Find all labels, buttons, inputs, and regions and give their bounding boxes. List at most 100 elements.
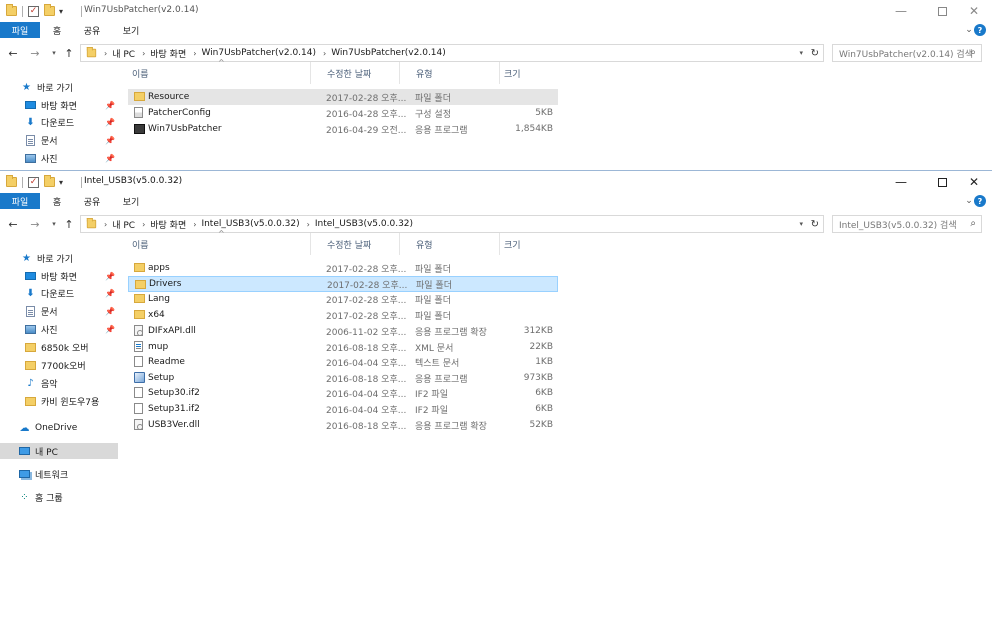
chevron-right-icon[interactable]: ›	[104, 49, 107, 58]
refresh-icon[interactable]: ↻	[811, 45, 819, 61]
tab-home[interactable]: 홈	[40, 22, 74, 38]
breadcrumb-this-pc[interactable]: 내 PC	[112, 47, 135, 60]
tab-share[interactable]: 공유	[74, 193, 110, 209]
chevron-right-icon[interactable]: ›	[193, 220, 196, 229]
pin-icon[interactable]: 📌	[105, 101, 115, 110]
sidebar-item-desktop[interactable]: 바탕 화면 📌	[0, 97, 118, 113]
chevron-right-icon[interactable]: ›	[323, 49, 326, 58]
pin-icon[interactable]: 📌	[105, 136, 115, 145]
tab-file[interactable]: 파일	[0, 193, 40, 209]
close-button[interactable]: ✕	[952, 171, 992, 193]
help-icon[interactable]: ?	[974, 195, 986, 207]
column-header-name[interactable]: 이름	[118, 233, 306, 255]
sidebar-item-this-pc[interactable]: 내 PC	[0, 443, 118, 459]
list-item[interactable]: Resource 2017-02-28 오후... 파일 폴더	[128, 89, 558, 105]
breadcrumb-current-folder[interactable]: Intel_USB3(v5.0.0.32)	[315, 219, 413, 229]
new-folder-icon[interactable]	[44, 4, 55, 16]
minimize-button[interactable]: —	[879, 171, 923, 193]
tab-view[interactable]: 보기	[110, 193, 152, 209]
close-button[interactable]: ✕	[952, 0, 992, 22]
sidebar-item-onedrive[interactable]: ☁ OneDrive	[0, 420, 118, 436]
refresh-icon[interactable]: ↻	[811, 216, 819, 232]
column-header-size[interactable]: 크기	[499, 62, 557, 84]
sidebar-item-homegroup[interactable]: ⁘ 홈 그룹	[0, 489, 118, 505]
column-header-type[interactable]: 유형	[399, 233, 485, 255]
pin-icon[interactable]: 📌	[105, 154, 115, 163]
sidebar-item-music[interactable]: ♪ 음악	[0, 375, 118, 391]
list-item[interactable]: Lang 2017-02-28 오후... 파일 폴더	[128, 291, 558, 307]
list-item[interactable]: Setup31.if2 2016-04-04 오후... IF2 파일 6KB	[128, 401, 558, 417]
tab-home[interactable]: 홈	[40, 193, 74, 209]
breadcrumb-folder[interactable]: Win7UsbPatcher(v2.0.14)	[201, 48, 316, 58]
sidebar-item-kaby-win7[interactable]: 카비 윈도우7용	[0, 393, 118, 409]
tab-file[interactable]: 파일	[0, 22, 40, 38]
back-button[interactable]: ←	[6, 45, 20, 61]
list-item[interactable]: PatcherConfig 2016-04-28 오후... 구성 설정 5KB	[128, 105, 558, 121]
chevron-right-icon[interactable]: ›	[142, 49, 145, 58]
list-item[interactable]: Win7UsbPatcher 2016-04-29 오전... 응용 프로그램 …	[128, 121, 558, 137]
search-input[interactable]: Intel_USB3(v5.0.0.32) 검색 ⌕	[832, 215, 982, 233]
recent-locations-button[interactable]: ▾	[47, 45, 61, 61]
column-header-size[interactable]: 크기	[499, 233, 557, 255]
properties-icon[interactable]: ✓	[28, 5, 39, 17]
list-item[interactable]: mup 2016-08-18 오후... XML 문서 22KB	[128, 339, 558, 355]
chevron-right-icon[interactable]: ›	[307, 220, 310, 229]
breadcrumb-this-pc[interactable]: 내 PC	[112, 218, 135, 231]
help-icon[interactable]: ?	[974, 24, 986, 36]
list-item[interactable]: DIFxAPI.dll 2006-11-02 오후... 응용 프로그램 확장 …	[128, 323, 558, 339]
tab-view[interactable]: 보기	[110, 22, 152, 38]
sidebar-item-network[interactable]: 네트워크	[0, 466, 118, 482]
address-bar[interactable]: › 내 PC › 바탕 화면 › Intel_USB3(v5.0.0.32) ›…	[80, 215, 824, 233]
address-bar[interactable]: › 내 PC › 바탕 화면 › Win7UsbPatcher(v2.0.14)…	[80, 44, 824, 62]
pin-icon[interactable]: 📌	[105, 289, 115, 298]
breadcrumb-current-folder[interactable]: Win7UsbPatcher(v2.0.14)	[331, 48, 446, 58]
up-button[interactable]: ↑	[62, 216, 76, 232]
address-dropdown-icon[interactable]: ▾	[799, 45, 803, 61]
customize-toolbar-icon[interactable]: ▾	[59, 178, 63, 187]
column-header-type[interactable]: 유형	[399, 62, 485, 84]
pin-icon[interactable]: 📌	[105, 272, 115, 281]
breadcrumb-desktop[interactable]: 바탕 화면	[150, 47, 186, 60]
sidebar-item-documents[interactable]: 문서 📌	[0, 132, 118, 148]
address-dropdown-icon[interactable]: ▾	[799, 216, 803, 232]
pin-icon[interactable]: 📌	[105, 325, 115, 334]
list-item[interactable]: Readme 2016-04-04 오후... 텍스트 문서 1KB	[128, 354, 558, 370]
list-item[interactable]: Setup 2016-08-18 오후... 응용 프로그램 973KB	[128, 370, 558, 386]
list-item[interactable]: Drivers 2017-02-28 오후... 파일 폴더	[128, 276, 558, 292]
sidebar-item-pictures[interactable]: 사진 📌	[0, 150, 118, 166]
sidebar-item-downloads[interactable]: ⬇ 다운로드 📌	[0, 114, 118, 130]
list-item[interactable]: apps 2017-02-28 오후... 파일 폴더	[128, 260, 558, 276]
forward-button[interactable]: →	[28, 216, 42, 232]
new-folder-icon[interactable]	[44, 175, 55, 187]
column-header-name[interactable]: 이름	[118, 62, 306, 84]
search-input[interactable]: Win7UsbPatcher(v2.0.14) 검색 ⌕	[832, 44, 982, 62]
back-button[interactable]: ←	[6, 216, 20, 232]
list-item[interactable]: USB3Ver.dll 2016-08-18 오후... 응용 프로그램 확장 …	[128, 417, 558, 433]
sidebar-item-quick-access[interactable]: ★ 바로 가기	[0, 250, 118, 266]
chevron-right-icon[interactable]: ›	[193, 49, 196, 58]
column-header-date[interactable]: 수정한 날짜	[310, 62, 398, 84]
column-header-date[interactable]: 수정한 날짜	[310, 233, 398, 255]
sidebar-item-6850k[interactable]: 6850k 오버	[0, 339, 118, 355]
pin-icon[interactable]: 📌	[105, 118, 115, 127]
forward-button[interactable]: →	[28, 45, 42, 61]
properties-icon[interactable]: ✓	[28, 176, 39, 188]
chevron-right-icon[interactable]: ›	[142, 220, 145, 229]
breadcrumb-folder[interactable]: Intel_USB3(v5.0.0.32)	[201, 219, 299, 229]
pin-icon[interactable]: 📌	[105, 307, 115, 316]
sidebar-item-downloads[interactable]: ⬇ 다운로드 📌	[0, 285, 118, 301]
sidebar-item-quick-access[interactable]: ★ 바로 가기	[0, 79, 118, 95]
sidebar-item-desktop[interactable]: 바탕 화면 📌	[0, 268, 118, 284]
chevron-right-icon[interactable]: ›	[104, 220, 107, 229]
sidebar-item-documents[interactable]: 문서 📌	[0, 303, 118, 319]
sidebar-item-pictures[interactable]: 사진 📌	[0, 321, 118, 337]
list-item[interactable]: x64 2017-02-28 오후... 파일 폴더	[128, 307, 558, 323]
list-item[interactable]: Setup30.if2 2016-04-04 오후... IF2 파일 6KB	[128, 385, 558, 401]
up-button[interactable]: ↑	[62, 45, 76, 61]
customize-toolbar-icon[interactable]: ▾	[59, 7, 63, 16]
recent-locations-button[interactable]: ▾	[47, 216, 61, 232]
tab-share[interactable]: 공유	[74, 22, 110, 38]
minimize-button[interactable]: —	[879, 0, 923, 22]
sidebar-item-7700k[interactable]: 7700k오버	[0, 357, 118, 373]
breadcrumb-desktop[interactable]: 바탕 화면	[150, 218, 186, 231]
